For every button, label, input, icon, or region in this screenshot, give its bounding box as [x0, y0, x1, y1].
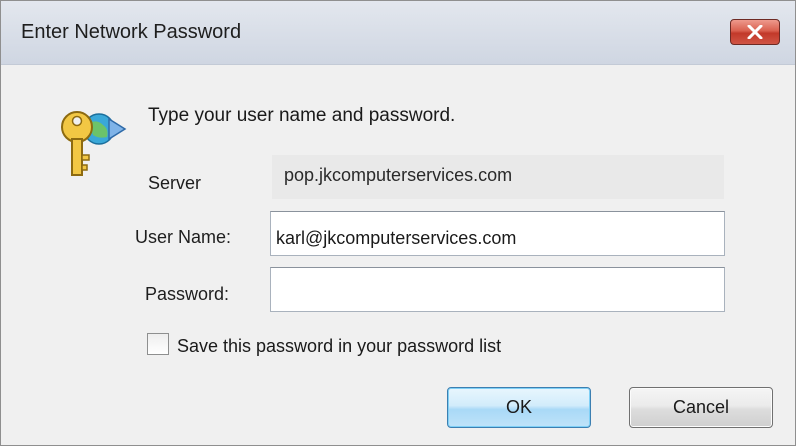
ok-button[interactable]: OK: [447, 387, 591, 428]
password-field[interactable]: [270, 267, 725, 312]
network-password-dialog: Enter Network Password Type your user na…: [0, 0, 796, 446]
username-field[interactable]: [270, 211, 725, 256]
username-label: User Name:: [135, 227, 232, 247]
window-title: Enter Network Password: [21, 21, 242, 43]
close-icon: [747, 25, 763, 39]
close-button[interactable]: [730, 19, 780, 45]
password-label: Password:: [145, 284, 230, 304]
title-bar: Enter Network Password: [1, 1, 795, 65]
save-password-checkbox[interactable]: [147, 333, 169, 355]
server-label: Server: [148, 173, 202, 193]
dialog-body: Type your user name and password. Server…: [1, 65, 795, 445]
prompt-text: Type your user name and password.: [148, 105, 456, 126]
save-password-label[interactable]: Save this password in your password list: [177, 336, 501, 357]
cancel-button[interactable]: Cancel: [629, 387, 773, 428]
server-value: pop.jkcomputerservices.com: [272, 155, 724, 199]
key-icon: [61, 111, 127, 176]
